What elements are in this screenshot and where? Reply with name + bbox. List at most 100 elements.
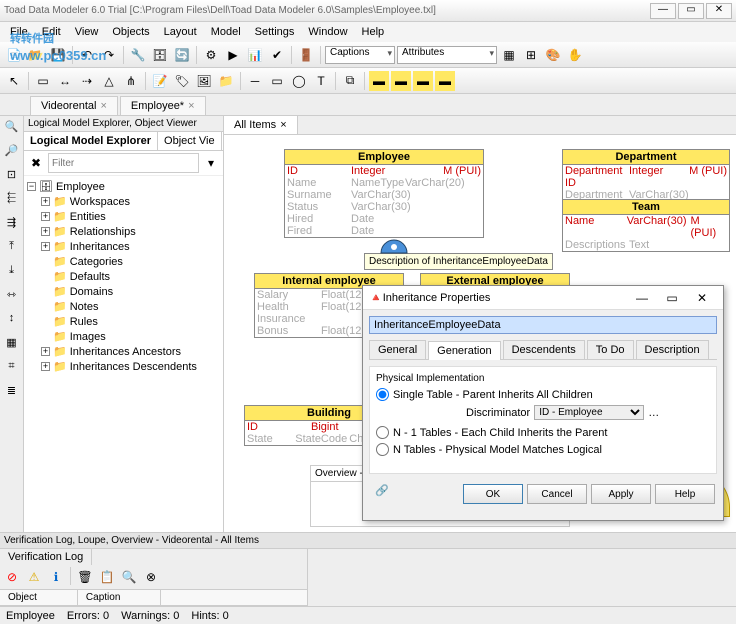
tab-description[interactable]: Description bbox=[636, 340, 709, 359]
pointer-icon[interactable]: ↖ bbox=[4, 71, 24, 91]
expand-icon[interactable]: + bbox=[41, 242, 50, 251]
expand-icon[interactable]: + bbox=[41, 197, 50, 206]
relation2-icon[interactable]: ⇢ bbox=[77, 71, 97, 91]
info-icon[interactable]: ℹ bbox=[46, 567, 66, 587]
close-button[interactable]: ✕ bbox=[706, 3, 732, 19]
image-icon[interactable]: 🖼 bbox=[194, 71, 214, 91]
y1-icon[interactable]: ▬ bbox=[369, 71, 389, 91]
align-bottom-icon[interactable]: ⤓ bbox=[3, 264, 21, 282]
menu-settings[interactable]: Settings bbox=[249, 24, 301, 40]
radio-n-tables[interactable] bbox=[376, 443, 389, 456]
category-icon[interactable]: 📁 bbox=[216, 71, 236, 91]
layout-icon[interactable]: ⊞ bbox=[521, 45, 541, 65]
tree-node[interactable]: Notes bbox=[70, 301, 99, 313]
tree-node[interactable]: Categories bbox=[70, 256, 123, 268]
copy-icon[interactable]: 📋 bbox=[97, 567, 117, 587]
menu-objects[interactable]: Objects bbox=[106, 24, 155, 40]
redo-icon[interactable]: ↷ bbox=[99, 45, 119, 65]
tree-node[interactable]: Entities bbox=[70, 211, 106, 223]
close-icon[interactable]: × bbox=[100, 100, 106, 112]
many-icon[interactable]: ⋔ bbox=[121, 71, 141, 91]
entity-team[interactable]: TeamNameVarChar(30)M (PUI)DescriptionsTe… bbox=[562, 199, 730, 252]
ok-button[interactable]: OK bbox=[463, 484, 523, 504]
tab-verification-log[interactable]: Verification Log bbox=[0, 549, 92, 565]
tree-node[interactable]: Defaults bbox=[70, 271, 110, 283]
menu-edit[interactable]: Edit bbox=[36, 24, 67, 40]
y4-icon[interactable]: ▬ bbox=[435, 71, 455, 91]
radio-single-table[interactable] bbox=[376, 388, 389, 401]
captions-combo[interactable]: Captions bbox=[325, 46, 395, 64]
col-caption[interactable]: Caption bbox=[78, 590, 161, 605]
grid-icon[interactable]: ▦ bbox=[499, 45, 519, 65]
radio-n1-tables[interactable] bbox=[376, 426, 389, 439]
y3-icon[interactable]: ▬ bbox=[413, 71, 433, 91]
ellipse-icon[interactable]: ◯ bbox=[289, 71, 309, 91]
tab-employee[interactable]: Employee*× bbox=[120, 96, 206, 115]
tree-node[interactable]: Workspaces bbox=[70, 196, 130, 208]
snap-icon[interactable]: ⌗ bbox=[3, 360, 21, 378]
attributes-combo[interactable]: Attributes bbox=[397, 46, 497, 64]
grid-icon[interactable]: ▦ bbox=[3, 336, 21, 354]
tab-all-items[interactable]: All Items× bbox=[224, 116, 298, 134]
menu-window[interactable]: Window bbox=[302, 24, 353, 40]
layer-icon[interactable]: ≣ bbox=[3, 384, 21, 402]
undo-icon[interactable]: ↶ bbox=[77, 45, 97, 65]
save-icon[interactable]: 💾 bbox=[48, 45, 68, 65]
close-icon[interactable]: × bbox=[188, 100, 194, 112]
minimize-button[interactable]: — bbox=[650, 3, 676, 19]
stamp-icon[interactable]: 🏷 bbox=[172, 71, 192, 91]
inheritance-name-input[interactable] bbox=[370, 317, 716, 333]
exit-icon[interactable]: 🚪 bbox=[296, 45, 316, 65]
tab-general[interactable]: General bbox=[369, 340, 426, 359]
note-icon[interactable]: 📝 bbox=[150, 71, 170, 91]
open-icon[interactable]: 📂 bbox=[26, 45, 46, 65]
tab-generation[interactable]: Generation bbox=[428, 341, 500, 360]
tree-node[interactable]: Inheritances bbox=[70, 241, 130, 253]
dist-v-icon[interactable]: ↕ bbox=[3, 312, 21, 330]
entity-employee[interactable]: EmployeeIDIntegerM (PUI)NameNameTypeVarC… bbox=[284, 149, 484, 238]
expand-icon[interactable]: + bbox=[41, 212, 50, 221]
run-icon[interactable]: ▶ bbox=[223, 45, 243, 65]
menu-model[interactable]: Model bbox=[205, 24, 247, 40]
align-top-icon[interactable]: ⤒ bbox=[3, 240, 21, 258]
group-icon[interactable]: ⧉ bbox=[340, 71, 360, 91]
help-button[interactable]: Help bbox=[655, 484, 715, 504]
zoom-out-icon[interactable]: 🔎 bbox=[3, 144, 21, 162]
dist-h-icon[interactable]: ⇿ bbox=[3, 288, 21, 306]
tree-node[interactable]: Relationships bbox=[70, 226, 136, 238]
fit-icon[interactable]: ⊡ bbox=[3, 168, 21, 186]
close-button[interactable]: ✕ bbox=[687, 291, 717, 305]
expand-icon[interactable]: + bbox=[41, 347, 50, 356]
maximize-button[interactable]: ▭ bbox=[657, 291, 687, 305]
stop-icon[interactable]: ⊗ bbox=[141, 567, 161, 587]
tree-node[interactable]: Rules bbox=[70, 316, 98, 328]
check-icon[interactable]: ✔ bbox=[267, 45, 287, 65]
discriminator-select[interactable]: ID - Employee bbox=[534, 405, 644, 420]
tool-icon[interactable]: 🔧 bbox=[128, 45, 148, 65]
del-icon[interactable]: 🗑 bbox=[75, 567, 95, 587]
menu-view[interactable]: View bbox=[69, 24, 105, 40]
error-icon[interactable]: ⊘ bbox=[2, 567, 22, 587]
menu-file[interactable]: File bbox=[4, 24, 34, 40]
entity-icon[interactable]: ▭ bbox=[33, 71, 53, 91]
tree-node[interactable]: Inheritances Descendents bbox=[70, 361, 197, 373]
zoom-in-icon[interactable]: 🔍 bbox=[3, 120, 21, 138]
close-icon[interactable]: × bbox=[280, 119, 286, 131]
minimize-button[interactable]: — bbox=[627, 291, 657, 305]
tab-todo[interactable]: To Do bbox=[587, 340, 634, 359]
apply-button[interactable]: Apply bbox=[591, 484, 651, 504]
warning-icon[interactable]: ⚠ bbox=[24, 567, 44, 587]
sync-icon[interactable]: 🔄 bbox=[172, 45, 192, 65]
rect-icon[interactable]: ▭ bbox=[267, 71, 287, 91]
inherit-icon[interactable]: △ bbox=[99, 71, 119, 91]
col-object[interactable]: Object bbox=[0, 590, 78, 605]
link-icon[interactable]: 🔗 bbox=[375, 484, 389, 504]
tree-node[interactable]: Images bbox=[70, 331, 106, 343]
gen-icon[interactable]: ⚙ bbox=[201, 45, 221, 65]
align-right-icon[interactable]: ⇶ bbox=[3, 216, 21, 234]
db-icon[interactable]: 🗄 bbox=[150, 45, 170, 65]
expand-icon[interactable]: + bbox=[41, 227, 50, 236]
tree-root[interactable]: Employee bbox=[56, 181, 105, 193]
cancel-button[interactable]: Cancel bbox=[527, 484, 587, 504]
color-icon[interactable]: 🎨 bbox=[543, 45, 563, 65]
